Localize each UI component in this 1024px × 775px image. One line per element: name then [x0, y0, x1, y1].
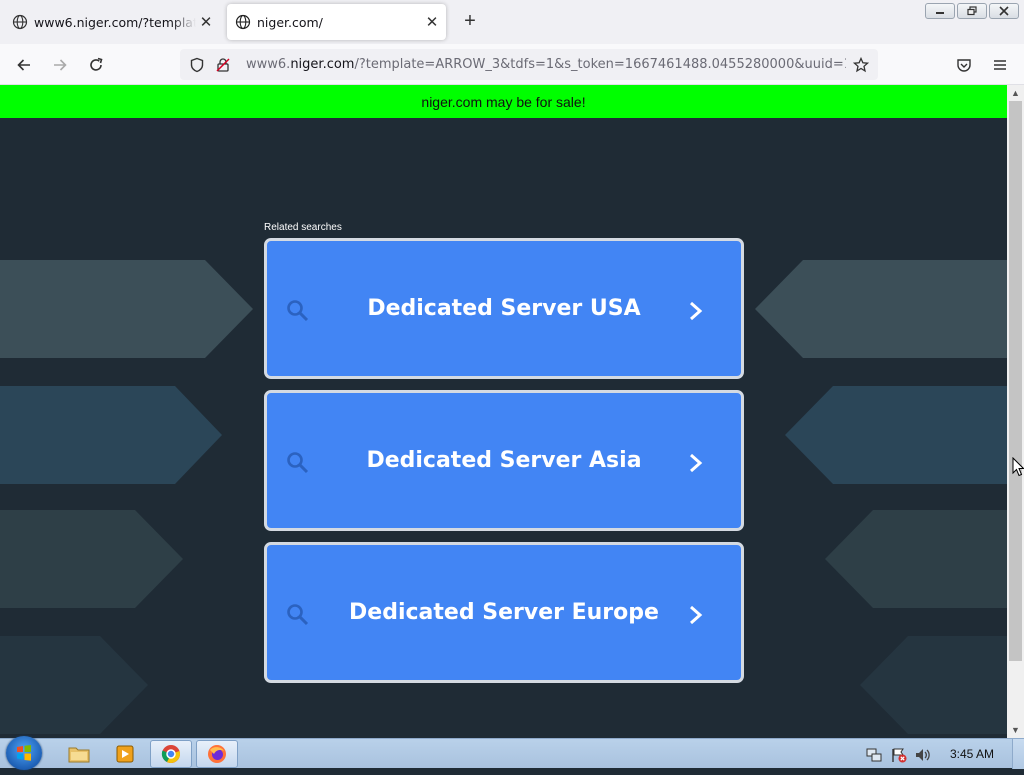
firefox-icon — [208, 745, 226, 763]
navigation-toolbar: www6.niger.com/?template=ARROW_3&tdfs=1&… — [0, 44, 1024, 85]
tab-inactive[interactable]: www6.niger.com/?template=ARROW_3&tdfs=1 … — [4, 4, 220, 40]
new-tab-button[interactable]: + — [458, 10, 482, 34]
tab-bar: www6.niger.com/?template=ARROW_3&tdfs=1 … — [0, 0, 1024, 44]
vertical-scrollbar[interactable]: ▲ ▼ — [1007, 85, 1024, 738]
volume-icon[interactable] — [914, 747, 932, 763]
bg-arrow-right-2 — [785, 386, 1007, 484]
address-bar[interactable]: www6.niger.com/?template=ARROW_3&tdfs=1&… — [180, 49, 878, 80]
show-desktop-button[interactable] — [1012, 739, 1024, 769]
taskbar: 3:45 AM — [0, 736, 1024, 770]
pocket-icon — [957, 59, 971, 72]
scroll-up-arrow-icon[interactable]: ▲ — [1007, 86, 1024, 100]
close-icon — [999, 6, 1009, 16]
scroll-down-arrow-icon[interactable]: ▼ — [1007, 723, 1024, 737]
bg-arrow-right-3 — [825, 510, 1007, 608]
result-label: Dedicated Server USA — [367, 296, 641, 321]
hamburger-menu-icon — [994, 60, 1006, 70]
globe-icon — [235, 14, 251, 30]
taskbar-media-player[interactable] — [104, 740, 146, 768]
network-icon[interactable] — [866, 747, 882, 763]
taskbar-clock[interactable]: 3:45 AM — [950, 747, 994, 761]
taskbar-chrome[interactable] — [150, 740, 192, 768]
media-player-icon — [116, 745, 134, 763]
scrollbar-thumb[interactable] — [1009, 101, 1022, 661]
chrome-icon — [161, 745, 180, 763]
search-icon — [287, 300, 309, 322]
folder-icon — [68, 747, 90, 763]
mouse-cursor-icon — [1012, 457, 1024, 477]
url-text[interactable]: www6.niger.com/?template=ARROW_3&tdfs=1&… — [246, 57, 846, 72]
taskbar-firefox[interactable] — [196, 740, 238, 768]
chevron-right-icon — [690, 605, 703, 625]
url-rest: /?template=ARROW_3&tdfs=1&s_token=166746… — [354, 57, 846, 72]
arrow-left-icon — [17, 59, 30, 71]
tab-active[interactable]: niger.com/ ✕ — [227, 4, 446, 40]
bg-arrow-left-2 — [0, 386, 222, 484]
action-center-flag-icon[interactable] — [891, 747, 907, 763]
bg-arrow-right-1 — [755, 260, 1007, 358]
result-label: Dedicated Server Asia — [366, 448, 642, 473]
forward-button[interactable] — [47, 52, 73, 78]
taskbar-explorer[interactable] — [58, 740, 100, 768]
bookmark-star-icon[interactable] — [848, 52, 874, 78]
tracking-shield-icon[interactable] — [184, 52, 210, 78]
close-tab-icon[interactable]: ✕ — [196, 12, 216, 32]
restore-icon — [967, 6, 977, 16]
close-window-button[interactable] — [989, 3, 1019, 19]
bg-arrow-left-3 — [0, 510, 183, 608]
start-button[interactable] — [6, 736, 42, 770]
back-button[interactable] — [11, 52, 37, 78]
bg-arrow-right-4 — [860, 636, 1007, 734]
search-icon — [287, 604, 309, 626]
search-result-button[interactable]: Dedicated Server Europe — [264, 542, 744, 683]
search-icon — [287, 452, 309, 474]
globe-icon — [12, 14, 28, 30]
bg-arrow-left-1 — [0, 260, 253, 358]
tab-title: www6.niger.com/?template=ARROW_3&tdfs=1 — [34, 14, 196, 30]
search-result-button[interactable]: Dedicated Server Asia — [264, 390, 744, 531]
url-prefix: www6. — [246, 57, 291, 72]
related-searches-label: Related searches — [264, 222, 342, 233]
pocket-button[interactable] — [951, 52, 977, 78]
tab-title: niger.com/ — [257, 14, 323, 30]
insecure-lock-icon[interactable] — [210, 52, 236, 78]
page-viewport: niger.com may be for sale! Related searc… — [0, 85, 1007, 738]
restore-button[interactable] — [957, 3, 987, 19]
result-label: Dedicated Server Europe — [349, 600, 659, 625]
minimize-icon — [936, 12, 944, 14]
reload-button[interactable] — [83, 52, 109, 78]
bg-arrow-left-4 — [0, 636, 148, 734]
windows-logo-icon — [17, 745, 31, 761]
url-host: niger.com — [290, 57, 355, 72]
search-result-button[interactable]: Dedicated Server USA — [264, 238, 744, 379]
close-tab-icon[interactable]: ✕ — [422, 12, 442, 32]
menu-button[interactable] — [987, 52, 1013, 78]
reload-icon — [90, 57, 103, 71]
minimize-button[interactable] — [925, 3, 955, 19]
chevron-right-icon — [690, 301, 703, 321]
arrow-right-icon — [54, 59, 67, 71]
chevron-right-icon — [690, 453, 703, 473]
